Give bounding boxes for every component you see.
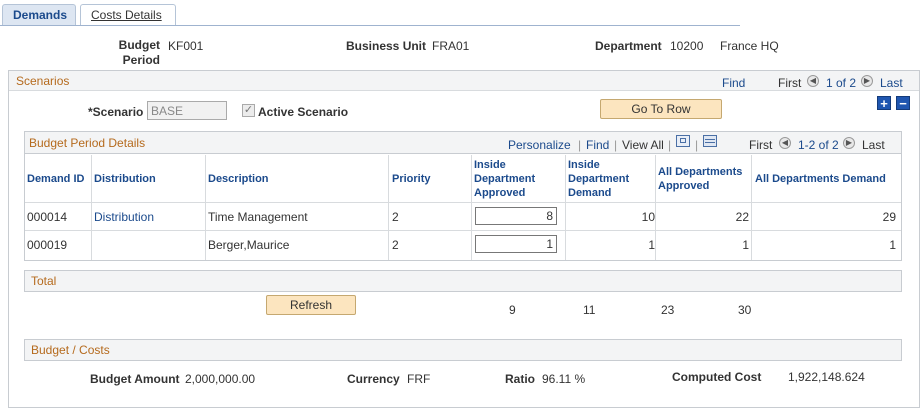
col-header-demand-id[interactable]: Demand ID — [27, 172, 84, 186]
scenarios-count: 1 of 2 — [826, 76, 857, 90]
scenarios-title: Scenarios — [16, 74, 70, 88]
row1-distribution-link[interactable]: Distribution — [94, 210, 154, 224]
col-header-priority[interactable]: Priority — [392, 172, 431, 186]
details-last-label: Last — [862, 138, 885, 152]
budget-period-label-line2: Period — [122, 53, 160, 67]
separator: | — [695, 138, 699, 152]
row1-description: Time Management — [208, 210, 308, 224]
row2-priority: 2 — [392, 238, 399, 252]
col-divider — [388, 155, 389, 260]
separator: | — [614, 138, 618, 152]
active-scenario-label: Active Scenario — [258, 105, 349, 119]
col-header-all-demand[interactable]: All Departments Demand — [755, 172, 886, 186]
business-unit-label: Business Unit — [346, 39, 427, 53]
details-first-label: First — [749, 138, 773, 152]
total-inside-approved: 9 — [509, 303, 516, 317]
col-divider — [91, 155, 92, 260]
details-find-link[interactable]: Find — [586, 138, 609, 152]
row2-description: Berger,Maurice — [208, 238, 290, 252]
department-label: Department — [595, 39, 662, 53]
budget-amount-value: 2,000,000.00 — [185, 372, 256, 386]
view-all-link[interactable]: View All — [622, 138, 664, 152]
header-divider — [25, 202, 901, 203]
delete-row-icon[interactable]: − — [896, 96, 910, 110]
col-header-line: Demand — [568, 187, 612, 199]
col-divider — [655, 155, 656, 260]
download-spreadsheet-icon[interactable] — [703, 135, 717, 147]
ratio-value: 96.11 % — [542, 372, 586, 386]
total-all-demand: 30 — [738, 303, 752, 317]
budget-costs-title: Budget / Costs — [31, 343, 110, 357]
row1-priority: 2 — [392, 210, 399, 224]
zoom-grid-icon[interactable] — [676, 135, 690, 147]
row2-inside-approved-input[interactable]: 1 — [475, 235, 557, 253]
total-title: Total — [31, 274, 57, 288]
row2-inside-demand: 1 — [648, 238, 655, 252]
scenarios-find-link[interactable]: Find — [722, 76, 745, 90]
budget-amount-label: Budget Amount — [90, 372, 180, 386]
scenarios-first-label: First — [778, 76, 802, 90]
tab-demands[interactable]: Demands — [2, 4, 76, 26]
currency-label: Currency — [347, 372, 400, 386]
go-to-row-button[interactable]: Go To Row — [600, 99, 722, 119]
scenario-label: *Scenario — [88, 105, 144, 119]
row1-inside-demand: 10 — [641, 210, 655, 224]
row2-all-demand: 1 — [889, 238, 896, 252]
active-scenario-checkbox[interactable]: ✓ — [242, 104, 255, 117]
total-inside-demand: 11 — [583, 303, 596, 317]
ratio-label: Ratio — [505, 372, 535, 386]
details-next-icon[interactable]: ▶ — [843, 137, 855, 149]
col-header-line: Inside — [474, 159, 506, 171]
col-header-line: Department — [568, 173, 630, 185]
separator: | — [668, 138, 672, 152]
budget-period-label: Budget Period — [118, 38, 160, 67]
row-divider — [25, 230, 901, 231]
col-header-inside-demand[interactable]: Inside Department Demand — [568, 158, 629, 200]
total-all-approved: 23 — [661, 303, 675, 317]
business-unit-value: FRA01 — [432, 39, 470, 53]
row1-inside-approved-input[interactable]: 8 — [475, 207, 557, 225]
personalize-link[interactable]: Personalize — [508, 138, 571, 152]
details-title: Budget Period Details — [29, 136, 146, 150]
row2-all-approved: 1 — [742, 238, 749, 252]
budget-costs-header-bar — [24, 339, 902, 361]
budget-period-label-line1: Budget — [118, 38, 160, 52]
scenarios-prev-icon[interactable]: ◀ — [807, 75, 819, 87]
department-description: France HQ — [720, 39, 779, 53]
tab-costs-details-label: Costs Details — [91, 8, 162, 22]
tab-costs-details[interactable]: Costs Details — [80, 4, 176, 26]
col-header-line: Approved — [474, 187, 526, 199]
scenario-input[interactable]: BASE — [147, 101, 227, 120]
col-header-description[interactable]: Description — [208, 172, 269, 186]
details-prev-icon[interactable]: ◀ — [779, 137, 791, 149]
computed-cost-label: Computed Cost — [672, 370, 762, 384]
row1-demand-id: 000014 — [27, 210, 68, 224]
refresh-button[interactable]: Refresh — [266, 295, 356, 315]
currency-value: FRF — [407, 372, 431, 386]
col-header-all-approved[interactable]: All Departments Approved — [658, 165, 742, 193]
tab-underline — [0, 25, 740, 26]
col-divider — [205, 155, 206, 260]
budget-period-value: KF001 — [168, 39, 204, 53]
col-header-line: Approved — [658, 180, 710, 192]
scenarios-last-link[interactable]: Last — [880, 76, 903, 90]
department-value: 10200 — [670, 39, 704, 53]
col-header-line: Department — [474, 173, 536, 185]
col-header-line: Inside — [568, 159, 600, 171]
row1-all-approved: 22 — [735, 210, 749, 224]
col-header-inside-approved[interactable]: Inside Department Approved — [474, 158, 535, 200]
col-header-line: All Departments — [658, 166, 743, 178]
add-row-icon[interactable]: + — [877, 96, 891, 110]
separator: | — [578, 138, 582, 152]
col-divider — [565, 155, 566, 260]
computed-cost-value: 1,922,148.624 — [788, 370, 865, 384]
details-count: 1-2 of 2 — [798, 138, 839, 152]
row1-all-demand: 29 — [882, 210, 896, 224]
col-divider — [471, 155, 472, 260]
scenarios-next-icon[interactable]: ▶ — [861, 75, 873, 87]
col-divider — [751, 155, 752, 260]
total-header-bar — [24, 270, 902, 292]
row2-demand-id: 000019 — [27, 238, 68, 252]
col-header-distribution[interactable]: Distribution — [94, 172, 156, 186]
